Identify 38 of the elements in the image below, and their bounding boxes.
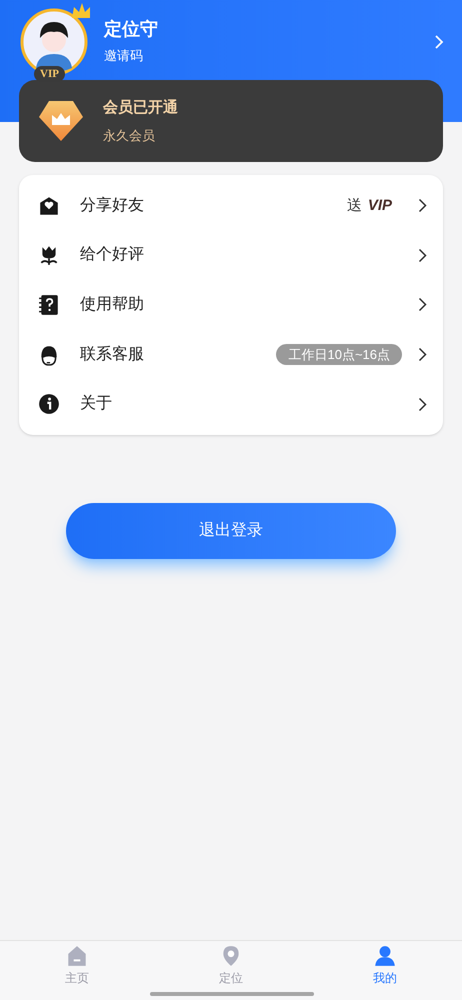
membership-card[interactable]: 会员已开通 永久会员 (19, 80, 443, 162)
logout-button[interactable]: 退出登录 (66, 502, 396, 559)
invite-code-label: 邀请码 (104, 47, 144, 66)
menu-item[interactable]: 分享好友 送 VIP (19, 181, 443, 231)
menu-label: 联系客服 (80, 344, 145, 365)
tab[interactable]: 我的 (308, 941, 462, 1000)
diamond-crown-icon (37, 99, 85, 143)
menu-label: 关于 (80, 394, 113, 414)
avatar-icon (20, 8, 88, 76)
chevron-right-icon[interactable] (434, 34, 444, 50)
gift-label: 送 (346, 196, 362, 216)
crown-icon (70, 2, 92, 20)
tulip-icon (38, 244, 60, 266)
menu-label: 给个好评 (80, 245, 145, 266)
chevron-right-icon (418, 297, 427, 312)
menu-label: 分享好友 (80, 196, 145, 216)
hours-tag: 工作日10点~16点 (276, 344, 402, 366)
menu-item[interactable]: 关于 (19, 379, 443, 429)
tab-label: 我的 (373, 970, 397, 987)
menu-item[interactable]: 使用帮助 (19, 280, 443, 330)
info-icon (38, 393, 60, 416)
chevron-right-icon (418, 198, 427, 214)
vip-mark: VIP (368, 196, 392, 216)
chevron-right-icon (418, 248, 427, 263)
tab-label: 定位 (219, 970, 243, 987)
chevron-right-icon (418, 347, 427, 362)
vip-badge: VIP (34, 66, 65, 82)
user-name: 定位守 (104, 18, 159, 40)
menu-item[interactable]: 给个好评 (19, 230, 443, 280)
chevron-right-icon (418, 396, 427, 412)
question-book-icon (38, 294, 60, 316)
membership-subtitle: 永久会员 (103, 126, 156, 144)
menu-label: 使用帮助 (80, 294, 145, 315)
tab-label: 主页 (65, 970, 89, 987)
menu-item[interactable]: 联系客服 工作日10点~16点 (19, 330, 443, 380)
membership-title: 会员已开通 (103, 98, 178, 118)
person-icon (373, 944, 397, 968)
envelope-heart-icon (38, 194, 60, 217)
